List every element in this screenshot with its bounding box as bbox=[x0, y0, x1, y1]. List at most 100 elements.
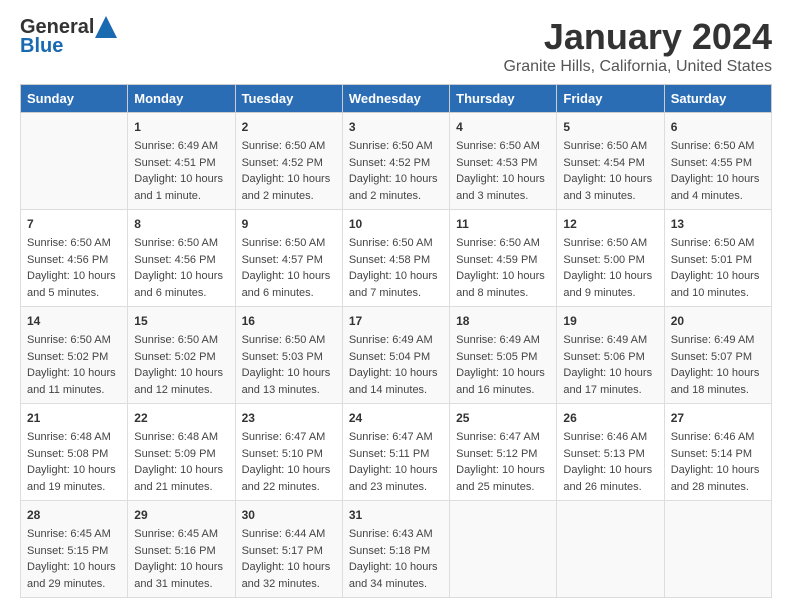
day-detail: Daylight: 10 hours bbox=[242, 268, 336, 285]
calendar-cell: 29Sunrise: 6:45 AMSunset: 5:16 PMDayligh… bbox=[128, 501, 235, 598]
day-detail: Sunrise: 6:47 AM bbox=[456, 429, 550, 446]
calendar-cell bbox=[664, 501, 771, 598]
day-detail: and 22 minutes. bbox=[242, 479, 336, 496]
calendar-cell: 30Sunrise: 6:44 AMSunset: 5:17 PMDayligh… bbox=[235, 501, 342, 598]
day-detail: and 14 minutes. bbox=[349, 382, 443, 399]
day-number: 12 bbox=[563, 215, 657, 233]
calendar-cell: 26Sunrise: 6:46 AMSunset: 5:13 PMDayligh… bbox=[557, 404, 664, 501]
calendar-cell: 20Sunrise: 6:49 AMSunset: 5:07 PMDayligh… bbox=[664, 307, 771, 404]
calendar-week-2: 7Sunrise: 6:50 AMSunset: 4:56 PMDaylight… bbox=[21, 210, 772, 307]
day-detail: Sunset: 5:15 PM bbox=[27, 543, 121, 560]
day-number: 28 bbox=[27, 506, 121, 524]
day-detail: and 19 minutes. bbox=[27, 479, 121, 496]
day-number: 20 bbox=[671, 312, 765, 330]
day-detail: and 31 minutes. bbox=[134, 576, 228, 593]
day-number: 23 bbox=[242, 409, 336, 427]
day-number: 5 bbox=[563, 118, 657, 136]
day-number: 3 bbox=[349, 118, 443, 136]
day-detail: Sunrise: 6:50 AM bbox=[134, 235, 228, 252]
day-detail: Sunrise: 6:45 AM bbox=[134, 526, 228, 543]
day-detail: Sunrise: 6:46 AM bbox=[671, 429, 765, 446]
day-detail: Daylight: 10 hours bbox=[563, 268, 657, 285]
day-detail: Daylight: 10 hours bbox=[134, 268, 228, 285]
day-detail: Daylight: 10 hours bbox=[134, 365, 228, 382]
day-detail: Sunset: 4:54 PM bbox=[563, 155, 657, 172]
day-detail: Sunrise: 6:50 AM bbox=[134, 332, 228, 349]
day-number: 22 bbox=[134, 409, 228, 427]
day-detail: Sunset: 5:06 PM bbox=[563, 349, 657, 366]
day-detail: Sunset: 4:55 PM bbox=[671, 155, 765, 172]
day-detail: and 1 minute. bbox=[134, 188, 228, 205]
day-detail: Daylight: 10 hours bbox=[349, 268, 443, 285]
day-detail: Sunset: 5:12 PM bbox=[456, 446, 550, 463]
header-row: SundayMondayTuesdayWednesdayThursdayFrid… bbox=[21, 85, 772, 113]
day-number: 4 bbox=[456, 118, 550, 136]
day-detail: and 26 minutes. bbox=[563, 479, 657, 496]
day-detail: Sunrise: 6:44 AM bbox=[242, 526, 336, 543]
day-detail: Sunrise: 6:47 AM bbox=[242, 429, 336, 446]
day-detail: Sunrise: 6:50 AM bbox=[242, 235, 336, 252]
day-detail: Sunset: 5:16 PM bbox=[134, 543, 228, 560]
day-number: 24 bbox=[349, 409, 443, 427]
calendar-cell: 24Sunrise: 6:47 AMSunset: 5:11 PMDayligh… bbox=[342, 404, 449, 501]
calendar-week-3: 14Sunrise: 6:50 AMSunset: 5:02 PMDayligh… bbox=[21, 307, 772, 404]
day-detail: Daylight: 10 hours bbox=[349, 365, 443, 382]
day-detail: Sunrise: 6:50 AM bbox=[349, 138, 443, 155]
calendar-cell: 17Sunrise: 6:49 AMSunset: 5:04 PMDayligh… bbox=[342, 307, 449, 404]
day-detail: Sunset: 5:11 PM bbox=[349, 446, 443, 463]
calendar-cell bbox=[557, 501, 664, 598]
day-detail: Sunset: 5:00 PM bbox=[563, 252, 657, 269]
day-number: 2 bbox=[242, 118, 336, 136]
day-detail: Sunset: 4:56 PM bbox=[134, 252, 228, 269]
calendar-cell: 28Sunrise: 6:45 AMSunset: 5:15 PMDayligh… bbox=[21, 501, 128, 598]
day-detail: Sunrise: 6:50 AM bbox=[671, 235, 765, 252]
calendar-cell: 2Sunrise: 6:50 AMSunset: 4:52 PMDaylight… bbox=[235, 113, 342, 210]
day-detail: Sunrise: 6:47 AM bbox=[349, 429, 443, 446]
calendar-cell: 6Sunrise: 6:50 AMSunset: 4:55 PMDaylight… bbox=[664, 113, 771, 210]
day-number: 17 bbox=[349, 312, 443, 330]
day-number: 26 bbox=[563, 409, 657, 427]
day-number: 14 bbox=[27, 312, 121, 330]
calendar-week-1: 1Sunrise: 6:49 AMSunset: 4:51 PMDaylight… bbox=[21, 113, 772, 210]
day-detail: Sunrise: 6:50 AM bbox=[563, 235, 657, 252]
title-block: January 2024 Granite Hills, California, … bbox=[503, 16, 772, 76]
day-number: 1 bbox=[134, 118, 228, 136]
day-detail: and 9 minutes. bbox=[563, 285, 657, 302]
day-number: 31 bbox=[349, 506, 443, 524]
day-detail: Sunset: 4:52 PM bbox=[349, 155, 443, 172]
day-detail: and 10 minutes. bbox=[671, 285, 765, 302]
day-detail: Daylight: 10 hours bbox=[671, 171, 765, 188]
day-detail: and 21 minutes. bbox=[134, 479, 228, 496]
day-number: 19 bbox=[563, 312, 657, 330]
calendar-cell: 7Sunrise: 6:50 AMSunset: 4:56 PMDaylight… bbox=[21, 210, 128, 307]
day-detail: and 6 minutes. bbox=[242, 285, 336, 302]
day-detail: and 23 minutes. bbox=[349, 479, 443, 496]
day-detail: Sunrise: 6:50 AM bbox=[563, 138, 657, 155]
day-number: 15 bbox=[134, 312, 228, 330]
day-detail: Sunrise: 6:49 AM bbox=[349, 332, 443, 349]
day-detail: and 12 minutes. bbox=[134, 382, 228, 399]
day-detail: and 11 minutes. bbox=[27, 382, 121, 399]
day-number: 6 bbox=[671, 118, 765, 136]
title-month: January 2024 bbox=[503, 16, 772, 58]
calendar-cell: 31Sunrise: 6:43 AMSunset: 5:18 PMDayligh… bbox=[342, 501, 449, 598]
header-cell-thursday: Thursday bbox=[450, 85, 557, 113]
calendar-cell: 1Sunrise: 6:49 AMSunset: 4:51 PMDaylight… bbox=[128, 113, 235, 210]
day-detail: Daylight: 10 hours bbox=[563, 171, 657, 188]
day-number: 18 bbox=[456, 312, 550, 330]
day-detail: Daylight: 10 hours bbox=[242, 365, 336, 382]
header-cell-wednesday: Wednesday bbox=[342, 85, 449, 113]
day-detail: Sunset: 4:51 PM bbox=[134, 155, 228, 172]
day-detail: Daylight: 10 hours bbox=[456, 268, 550, 285]
day-detail: Daylight: 10 hours bbox=[671, 462, 765, 479]
day-detail: Sunset: 5:14 PM bbox=[671, 446, 765, 463]
day-number: 13 bbox=[671, 215, 765, 233]
day-detail: Sunset: 5:08 PM bbox=[27, 446, 121, 463]
calendar-cell: 11Sunrise: 6:50 AMSunset: 4:59 PMDayligh… bbox=[450, 210, 557, 307]
day-detail: Daylight: 10 hours bbox=[134, 559, 228, 576]
day-detail: Sunset: 5:10 PM bbox=[242, 446, 336, 463]
day-detail: and 7 minutes. bbox=[349, 285, 443, 302]
day-detail: and 34 minutes. bbox=[349, 576, 443, 593]
day-detail: Daylight: 10 hours bbox=[27, 268, 121, 285]
header-cell-saturday: Saturday bbox=[664, 85, 771, 113]
